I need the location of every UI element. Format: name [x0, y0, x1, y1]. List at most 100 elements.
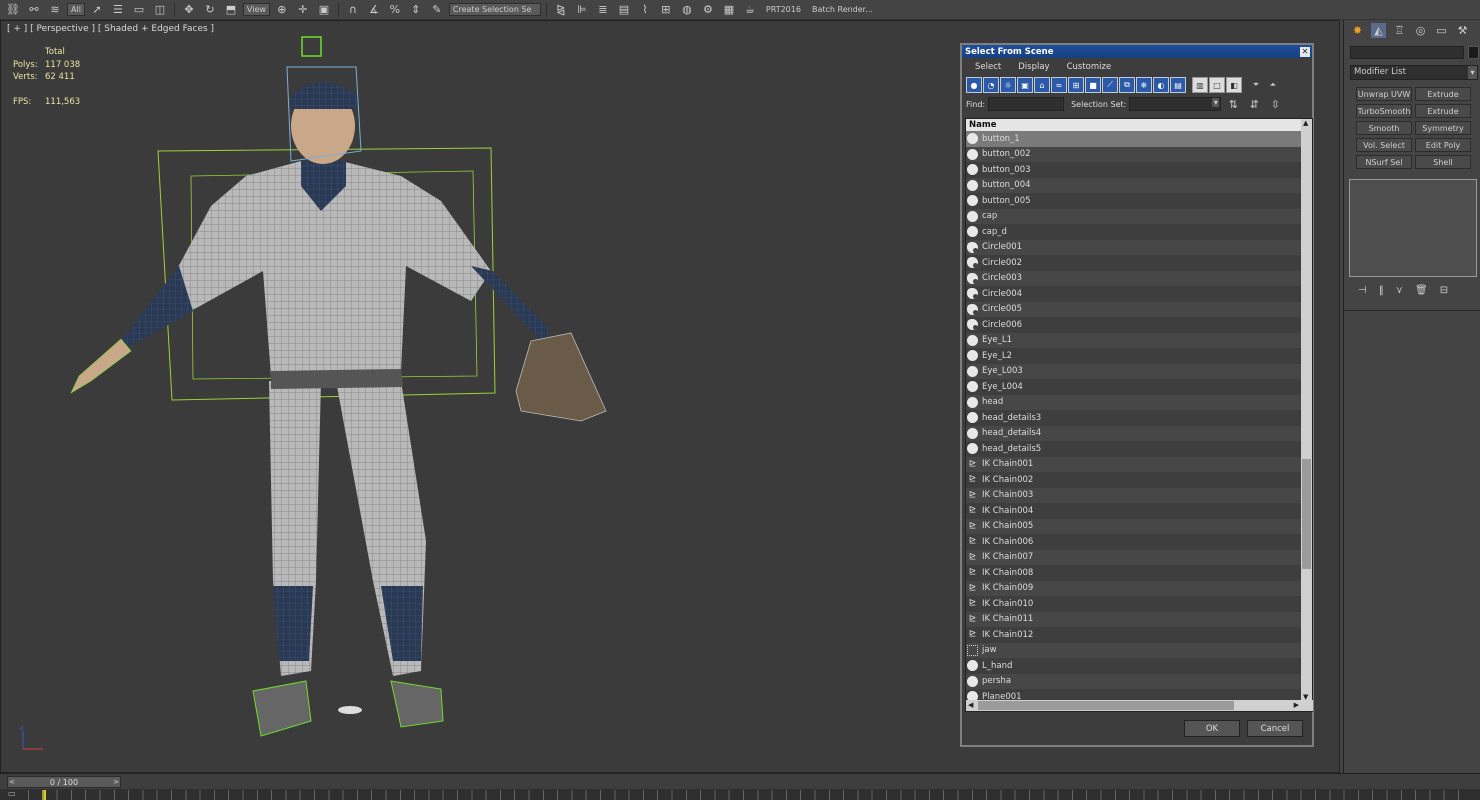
object-name-field[interactable] — [1350, 46, 1464, 59]
modifier-list-dropdown[interactable]: Modifier List — [1350, 65, 1478, 80]
list-item[interactable]: ⊵ IK Chain012 — [966, 627, 1302, 643]
rendered-frame-window-icon[interactable]: ▦ — [720, 2, 738, 18]
modifier-stack[interactable] — [1349, 179, 1477, 277]
link-icon[interactable]: ⛓ — [4, 2, 22, 18]
time-prev-icon[interactable]: < — [9, 778, 15, 786]
list-item[interactable]: ⊵ IK Chain003 — [966, 487, 1302, 503]
find-options-icon[interactable]: ⇳ — [1266, 96, 1284, 112]
move-icon[interactable]: ✥ — [180, 2, 198, 18]
list-item[interactable]: ⊵ IK Chain007 — [966, 549, 1302, 565]
list-item[interactable]: cap — [966, 208, 1302, 224]
list-item[interactable]: ⊵ IK Chain004 — [966, 503, 1302, 519]
modifier-unwrap-uvw-button[interactable]: Unwrap UVW — [1356, 87, 1412, 101]
hierarchy-tab-icon[interactable]: ♖ — [1392, 23, 1407, 38]
dialog-title-bar[interactable]: Select From Scene ✕ — [962, 45, 1312, 58]
head-control[interactable] — [301, 36, 322, 57]
column-header-name[interactable]: Name — [966, 119, 1302, 131]
vertical-scrollbar[interactable]: ▲ ▼ — [1301, 119, 1312, 701]
menu-select[interactable]: Select — [975, 62, 1001, 72]
select-invert-icon[interactable]: ◧ — [1226, 77, 1242, 93]
list-item[interactable]: jaw — [966, 642, 1302, 658]
scroll-left-icon[interactable]: ◀ — [968, 701, 973, 709]
list-item[interactable]: Eye_L003 — [966, 363, 1302, 379]
rotate-icon[interactable]: ↻ — [201, 2, 219, 18]
list-item[interactable]: ⊵ IK Chain010 — [966, 596, 1302, 612]
character-model[interactable] — [1, 21, 701, 761]
pin-stack-icon[interactable]: ⊣ — [1358, 285, 1367, 296]
spinner-snap-icon[interactable]: ⇕ — [407, 2, 425, 18]
time-next-icon[interactable]: > — [113, 778, 119, 786]
list-item[interactable]: cap_d — [966, 224, 1302, 240]
list-item[interactable]: Circle005 — [966, 301, 1302, 317]
list-item[interactable]: persha — [966, 673, 1302, 689]
list-item[interactable]: button_003 — [966, 162, 1302, 178]
modifier-extrude-button[interactable]: Extrude — [1415, 87, 1471, 101]
list-item[interactable]: head — [966, 394, 1302, 410]
scale-icon[interactable]: ⬒ — [222, 2, 240, 18]
list-item[interactable]: head_details4 — [966, 425, 1302, 441]
graphite-tools-icon[interactable]: ▤ — [615, 2, 633, 18]
window-crossing-icon[interactable]: ◫ — [151, 2, 169, 18]
modifier-vol-select-button[interactable]: Vol. Select — [1356, 138, 1412, 152]
display-all-icon[interactable]: ▤ — [1170, 77, 1186, 93]
batch-render-button[interactable]: Batch Render... — [808, 5, 877, 14]
close-icon[interactable]: ✕ — [1300, 46, 1310, 57]
list-item[interactable]: Circle006 — [966, 317, 1302, 333]
named-selection-set-dropdown[interactable]: Create Selection Se — [448, 3, 541, 16]
percent-snap-icon[interactable]: % — [386, 2, 404, 18]
schematic-view-icon[interactable]: ⊞ — [657, 2, 675, 18]
display-tab-icon[interactable]: ▭ — [1434, 23, 1449, 38]
unlink-icon[interactable]: ⚯ — [25, 2, 43, 18]
motion-tab-icon[interactable]: ◎ — [1413, 23, 1428, 38]
make-unique-icon[interactable]: ⋎ — [1396, 285, 1403, 296]
list-item[interactable]: ⊵ IK Chain011 — [966, 611, 1302, 627]
list-item[interactable]: ⊵ IK Chain002 — [966, 472, 1302, 488]
modifier-shell-button[interactable]: Shell — [1415, 155, 1471, 169]
list-item[interactable]: button_005 — [966, 193, 1302, 209]
align-icon[interactable]: ⊫ — [573, 2, 591, 18]
list-item[interactable]: Eye_L2 — [966, 348, 1302, 364]
sort-icon[interactable]: ⇅ — [1224, 96, 1242, 112]
show-end-result-icon[interactable]: ‖ — [1379, 285, 1384, 296]
curve-editor-icon[interactable]: ⌇ — [636, 2, 654, 18]
scroll-up-icon[interactable]: ▲ — [1303, 119, 1308, 127]
bind-space-warp-icon[interactable]: ≋ — [46, 2, 64, 18]
horizontal-scroll-thumb[interactable] — [978, 701, 1234, 710]
list-item[interactable]: Eye_L1 — [966, 332, 1302, 348]
list-item[interactable]: ⊵ IK Chain001 — [966, 456, 1302, 472]
list-item[interactable]: Circle003 — [966, 270, 1302, 286]
list-item[interactable]: ⊵ IK Chain005 — [966, 518, 1302, 534]
list-item[interactable]: ⊵ IK Chain006 — [966, 534, 1302, 550]
list-item[interactable]: button_1 — [966, 131, 1302, 147]
layer-manager-icon[interactable]: ≣ — [594, 2, 612, 18]
select-by-name-icon[interactable]: ☰ — [109, 2, 127, 18]
edit-named-selection-icon[interactable]: ✎ — [428, 2, 446, 18]
scroll-right-icon[interactable]: ▶ — [1294, 701, 1299, 709]
list-item[interactable]: head_details5 — [966, 441, 1302, 457]
find-case-icon[interactable]: ⇵ — [1245, 96, 1263, 112]
display-shapes-icon[interactable]: ◔ — [983, 77, 999, 93]
configure-modifier-sets-icon[interactable]: ⊟ — [1440, 285, 1448, 296]
time-slider[interactable]: < 0 / 100 > — [7, 776, 121, 788]
select-manipulate-icon[interactable]: ✛ — [294, 2, 312, 18]
list-item[interactable]: button_002 — [966, 146, 1302, 162]
filter-icon[interactable]: ⏷ — [1248, 77, 1264, 93]
select-object-icon[interactable]: ➚ — [88, 2, 106, 18]
find-input[interactable] — [988, 97, 1065, 111]
list-item[interactable]: Circle004 — [966, 286, 1302, 302]
material-editor-icon[interactable]: ◍ — [678, 2, 696, 18]
render-setup-icon[interactable]: ⚙ — [699, 2, 717, 18]
display-xrefs-icon[interactable]: ■ — [1085, 77, 1101, 93]
selection-filter-dropdown[interactable]: All — [67, 3, 85, 16]
snap-toggle-icon[interactable]: ∩ — [344, 2, 362, 18]
list-item[interactable]: Circle001 — [966, 239, 1302, 255]
pivot-center-icon[interactable]: ⊕ — [273, 2, 291, 18]
remove-modifier-icon[interactable]: 🗑 — [1415, 285, 1428, 296]
utilities-tab-icon[interactable]: ⚒ — [1455, 23, 1470, 38]
display-space-warps-icon[interactable]: ≈ — [1051, 77, 1067, 93]
filter-options-icon[interactable]: ⏶ — [1265, 77, 1281, 93]
display-frozen-icon[interactable]: ❄ — [1136, 77, 1152, 93]
modifier-smooth-button[interactable]: Smooth — [1356, 121, 1412, 135]
horizontal-scrollbar[interactable]: ◀ ▶ — [966, 700, 1313, 711]
list-item[interactable]: head_details3 — [966, 410, 1302, 426]
